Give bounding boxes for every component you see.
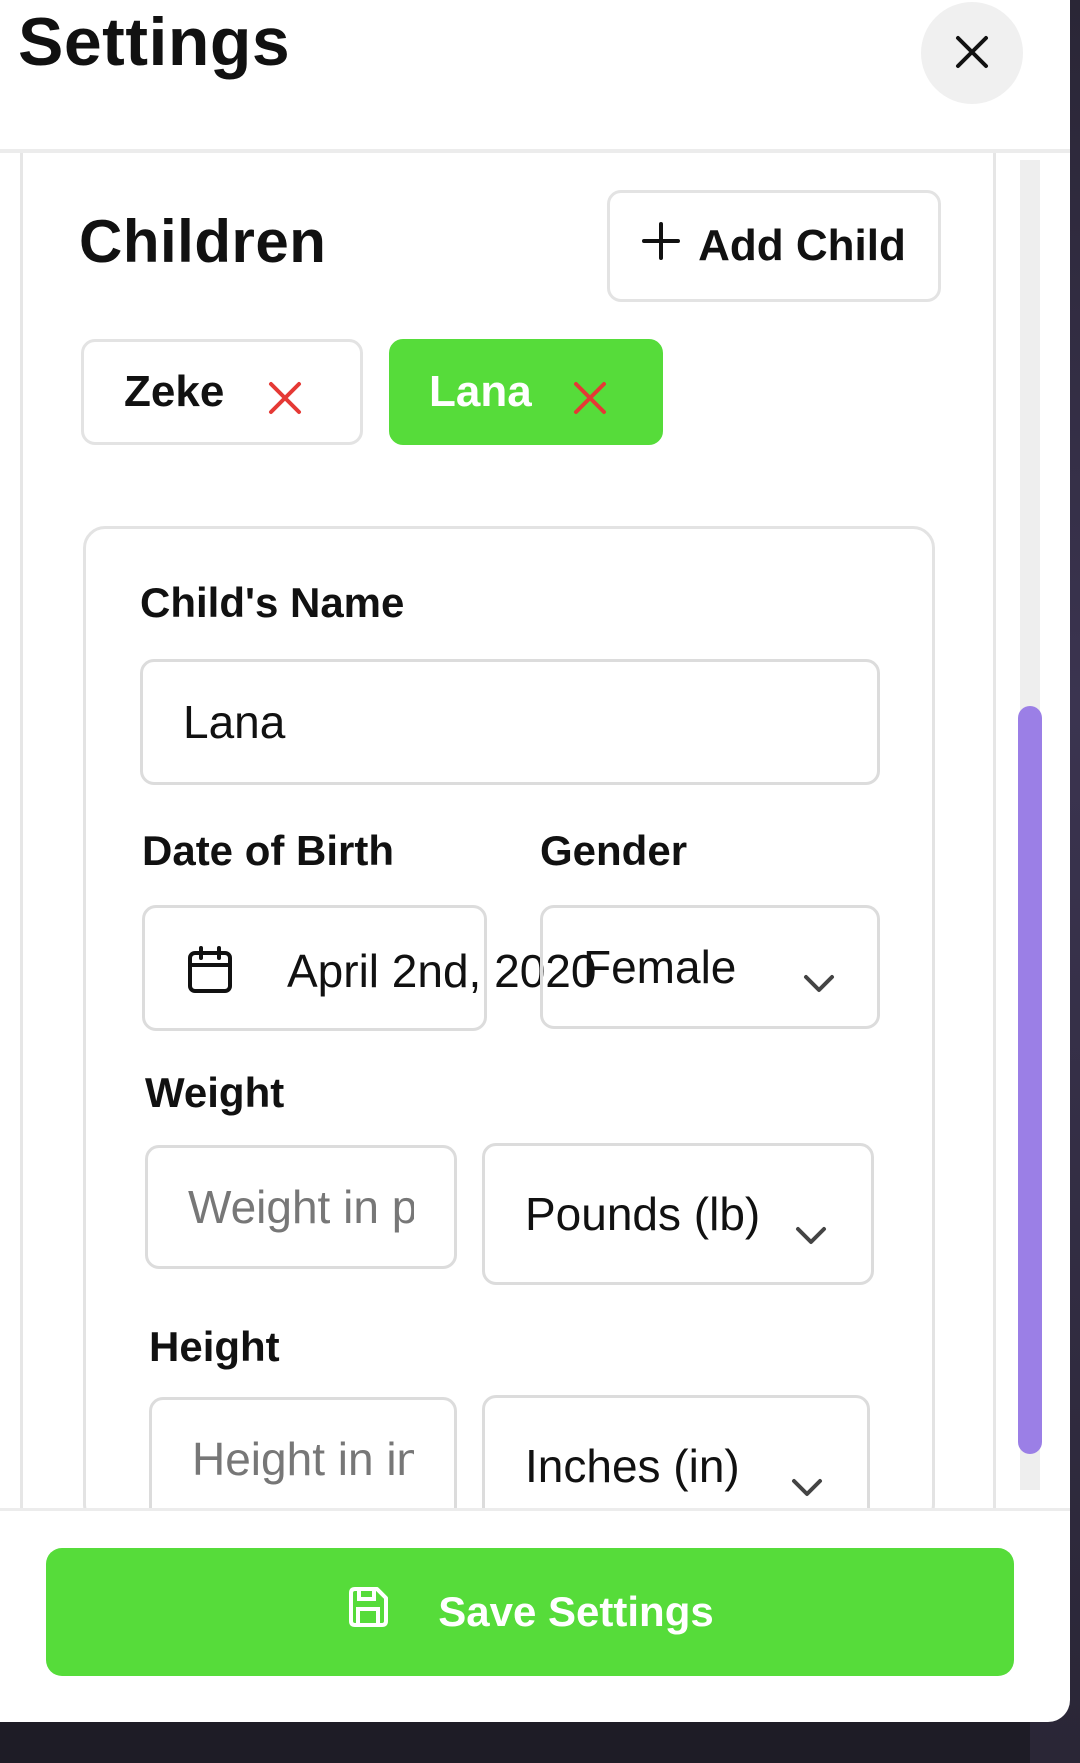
chevron-down-icon: [803, 952, 835, 1006]
child-chip-label: Lana: [429, 367, 532, 416]
dob-picker[interactable]: April 2nd, 2020: [142, 905, 596, 1031]
child-chip-zeke[interactable]: Zeke: [81, 339, 363, 445]
child-name-label: Child's Name: [140, 579, 405, 626]
add-child-button[interactable]: Add Child: [607, 190, 941, 302]
save-settings-label: Save Settings: [438, 1588, 714, 1635]
weight-placeholder: Weight in pounds: [188, 1181, 414, 1233]
chevron-down-icon: [791, 1456, 823, 1508]
remove-child-zeke-icon[interactable]: [268, 376, 302, 426]
page-title: Settings: [18, 4, 291, 80]
chevron-down-icon: [795, 1204, 827, 1258]
settings-scroll-area[interactable]: Children Add Child Zeke Lana Child's Nam…: [20, 153, 1043, 1508]
weight-unit-value: Pounds (lb): [525, 1188, 761, 1240]
weight-label: Weight: [145, 1069, 285, 1116]
gender-label: Gender: [540, 827, 688, 874]
save-settings-button[interactable]: Save Settings: [46, 1548, 1014, 1676]
save-icon: [346, 1585, 390, 1639]
gender-select[interactable]: Female: [540, 905, 880, 1029]
weight-unit-select[interactable]: Pounds (lb): [482, 1143, 874, 1285]
dob-label: Date of Birth: [142, 827, 394, 874]
plus-icon: [642, 221, 681, 271]
gender-value: Female: [583, 941, 737, 993]
child-chip-label: Zeke: [124, 367, 225, 416]
child-name-value: Lana: [183, 696, 286, 748]
child-form: Child's Name Lana Date of Birth April 2n…: [83, 526, 935, 1508]
remove-child-lana-icon[interactable]: [573, 376, 607, 426]
height-unit-value: Inches (in): [525, 1440, 740, 1492]
child-name-input[interactable]: Lana: [140, 659, 880, 785]
height-placeholder: Height in inches: [192, 1433, 414, 1485]
close-icon: [955, 35, 989, 72]
calendar-icon: [187, 946, 233, 1005]
section-title-children: Children: [79, 208, 327, 275]
settings-panel: Settings Children Add Child Zeke Lana Ch…: [0, 0, 1070, 1722]
child-chip-lana[interactable]: Lana: [389, 339, 663, 445]
weight-input[interactable]: Weight in pounds: [145, 1145, 457, 1269]
height-unit-select[interactable]: Inches (in): [482, 1395, 870, 1508]
footer-divider: [0, 1508, 1070, 1511]
children-card: Children Add Child Zeke Lana Child's Nam…: [23, 153, 996, 1508]
add-child-label: Add Child: [698, 221, 906, 270]
height-input[interactable]: Height in inches: [149, 1397, 457, 1508]
close-button[interactable]: [921, 2, 1023, 104]
height-label: Height: [149, 1323, 280, 1370]
scrollbar-thumb[interactable]: [1018, 706, 1042, 1454]
